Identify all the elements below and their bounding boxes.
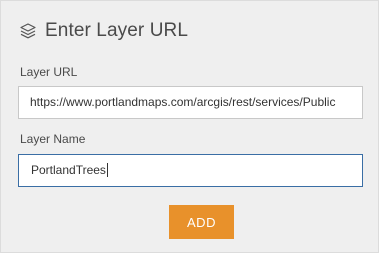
layers-icon: [19, 22, 37, 40]
layer-url-input[interactable]: https://www.portlandmaps.com/arcgis/rest…: [18, 86, 363, 119]
panel-header: Enter Layer URL: [19, 19, 188, 43]
enter-layer-url-panel: Enter Layer URL Layer URL https://www.po…: [0, 0, 379, 253]
layer-url-value: https://www.portlandmaps.com/arcgis/rest…: [30, 95, 336, 109]
layer-name-input[interactable]: PortlandTrees: [18, 154, 363, 187]
add-button[interactable]: ADD: [169, 205, 234, 239]
layer-name-value: PortlandTrees: [31, 163, 106, 177]
text-caret: [106, 163, 108, 177]
layer-name-label: Layer Name: [20, 132, 86, 146]
layer-url-label: Layer URL: [20, 65, 78, 79]
panel-title: Enter Layer URL: [45, 20, 189, 41]
